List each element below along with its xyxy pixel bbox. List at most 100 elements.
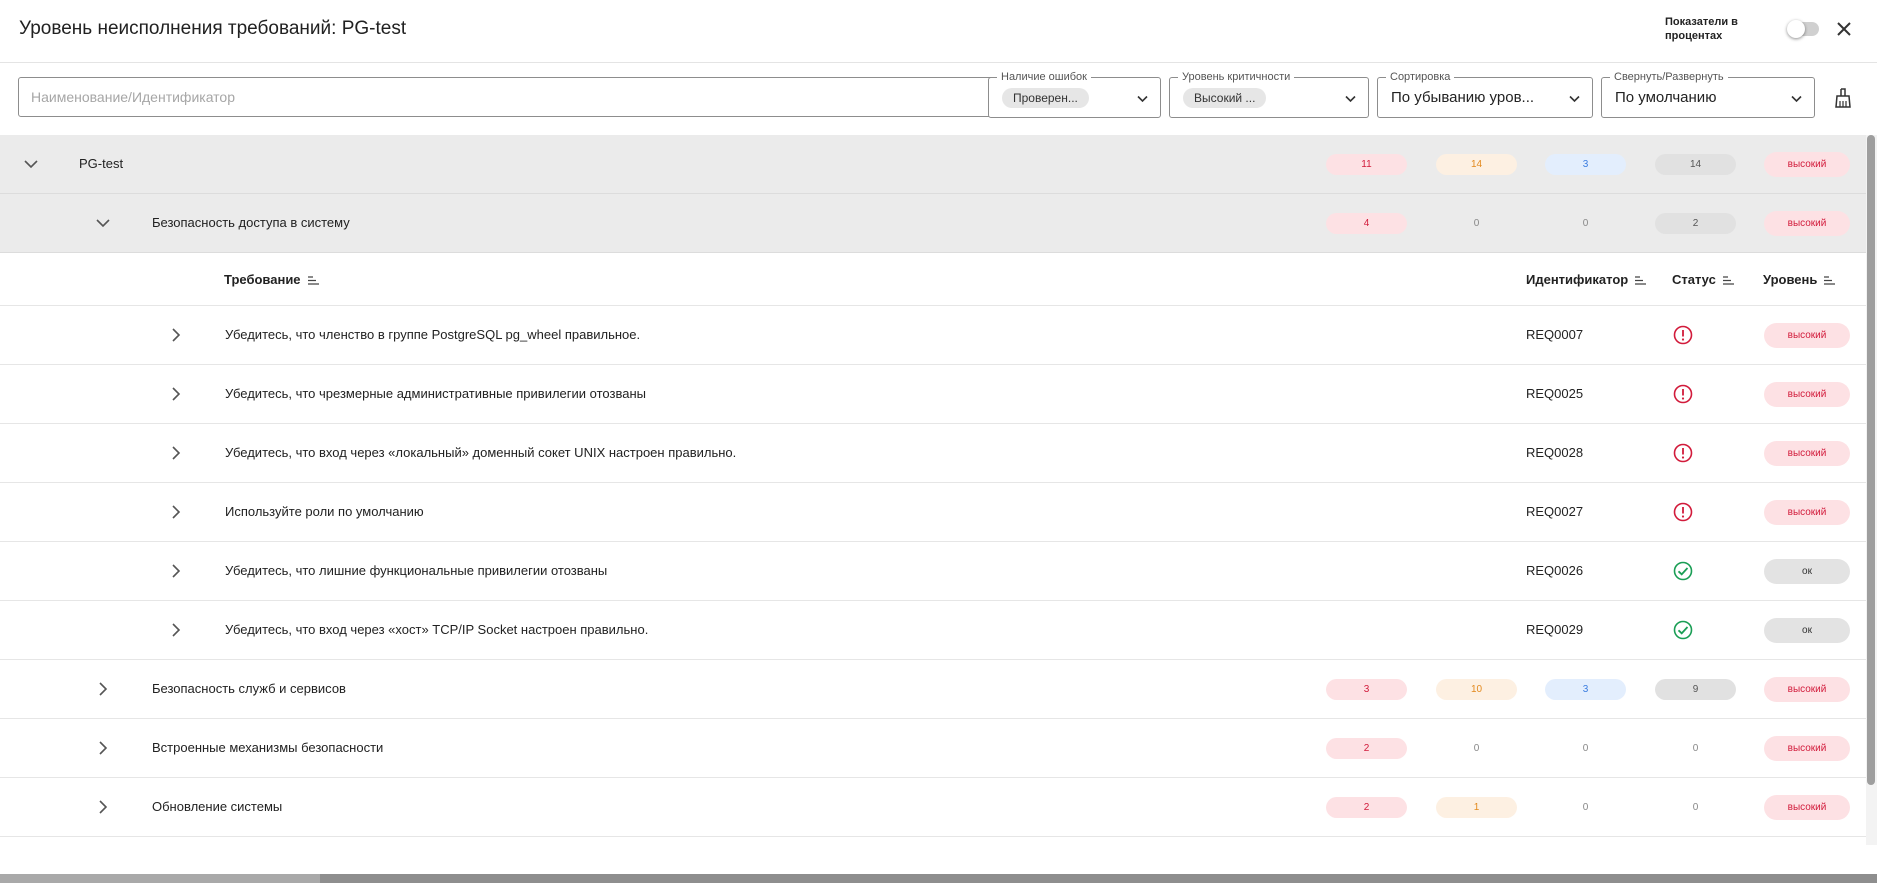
sort-icon [1824,276,1836,285]
check-circle-icon [1673,561,1693,581]
chevron-down-icon [1569,95,1580,103]
count-ok-badge: 14 [1655,154,1736,175]
collapse-value: По умолчанию [1615,89,1717,106]
column-header-requirement[interactable]: Требование [224,272,319,287]
count-ok-badge: 0 [1692,743,1699,754]
column-header-identifier[interactable]: Идентификатор [1526,272,1647,287]
count-warning-badge: 0 [1473,218,1480,229]
tree-group-row[interactable]: Обновление системы 2 1 0 0 высокий [0,778,1866,837]
count-ok-badge: 0 [1692,802,1699,813]
tree-group-label: Обновление системы [152,799,283,814]
requirement-row[interactable]: Убедитесь, что вход через «хост» TCP/IP … [0,601,1866,660]
toggle-knob [1787,20,1805,38]
chevron-right-icon[interactable] [94,739,112,757]
error-status-icon [1673,502,1693,522]
criticality-filter-select[interactable]: Уровень критичности Высокий ... [1169,70,1369,118]
requirements-table-header: Требование Идентификатор Статус Уровень [0,253,1866,306]
count-info-badge: 0 [1582,802,1589,813]
chevron-right-icon[interactable] [167,503,185,521]
percent-toggle[interactable] [1787,20,1819,38]
chevron-right-icon[interactable] [167,621,185,639]
count-critical-badge: 2 [1326,797,1407,818]
count-ok-badge: 2 [1655,213,1736,234]
tree-group-row[interactable]: Безопасность доступа в систему 4 0 0 2 в… [0,194,1866,253]
requirement-row[interactable]: Используйте роли по умолчанию REQ0027 вы… [0,483,1866,542]
requirement-row[interactable]: Убедитесь, что чрезмерные административн… [0,365,1866,424]
level-badge: ок [1764,559,1850,584]
count-critical-badge: 11 [1326,154,1407,175]
criticality-filter-chip[interactable]: Высокий ... [1183,88,1267,108]
requirement-row[interactable]: Убедитесь, что лишние функциональные при… [0,542,1866,601]
count-info-badge: 3 [1545,679,1626,700]
requirement-id: REQ0026 [1526,563,1584,578]
requirement-id: REQ0027 [1526,504,1584,519]
level-badge: высокий [1764,500,1850,525]
close-icon [1837,22,1851,36]
error-status-icon [1673,325,1693,345]
level-badge: высокий [1764,736,1850,761]
broom-icon [1835,88,1851,108]
search-input[interactable] [18,77,998,117]
column-header-label: Статус [1672,272,1716,287]
errors-filter-legend: Наличие ошибок [997,70,1091,84]
requirement-row[interactable]: Убедитесь, что вход через «локальный» до… [0,424,1866,483]
level-badge: высокий [1764,211,1850,236]
count-warning-badge: 10 [1436,679,1517,700]
close-button[interactable] [1832,17,1856,41]
count-warning-badge: 0 [1473,743,1480,754]
export-button[interactable] [1832,87,1854,109]
requirement-text: Убедитесь, что чрезмерные административн… [225,386,646,401]
tree-root-row[interactable]: PG-test 11 14 3 14 высокий [0,135,1866,194]
check-circle-icon [1673,620,1693,640]
tree-group-row[interactable]: Встроенные механизмы безопасности 2 0 0 … [0,719,1866,778]
errors-filter-chip[interactable]: Проверен... [1002,88,1089,108]
errors-filter-select[interactable]: Наличие ошибок Проверен... [988,70,1161,118]
column-header-label: Идентификатор [1526,272,1629,287]
level-badge: высокий [1764,323,1850,348]
sort-select[interactable]: Сортировка По убыванию уров... [1377,70,1593,118]
requirement-id: REQ0029 [1526,622,1584,637]
chevron-down-icon [1791,95,1802,103]
chevron-right-icon[interactable] [94,680,112,698]
chevron-right-icon[interactable] [167,385,185,403]
collapse-legend: Свернуть/Развернуть [1610,70,1728,84]
level-badge: высокий [1764,441,1850,466]
requirement-text: Убедитесь, что вход через «хост» TCP/IP … [225,622,649,637]
requirement-id: REQ0007 [1526,327,1584,342]
requirement-text: Используйте роли по умолчанию [225,504,424,519]
scrollbar-thumb[interactable] [1867,135,1875,785]
column-header-label: Требование [224,272,301,287]
tree-root-label: PG-test [79,156,124,171]
chevron-right-icon[interactable] [167,326,185,344]
requirement-row[interactable]: Убедитесь, что членство в группе Postgre… [0,306,1866,365]
chevron-down-icon[interactable] [22,155,40,173]
chevron-right-icon[interactable] [167,444,185,462]
sort-legend: Сортировка [1386,70,1455,84]
requirements-dialog: Уровень неисполнения требований: PG-test… [0,0,1877,874]
count-critical-badge: 4 [1326,213,1407,234]
vertical-scrollbar[interactable] [1866,135,1877,845]
count-info-badge: 0 [1582,743,1589,754]
dialog-header: Уровень неисполнения требований: PG-test… [0,0,1877,63]
collapse-select[interactable]: Свернуть/Развернуть По умолчанию [1601,70,1815,118]
column-header-status[interactable]: Статус [1672,272,1734,287]
error-status-icon [1673,384,1693,404]
requirement-id: REQ0028 [1526,445,1584,460]
level-badge: высокий [1764,382,1850,407]
level-badge: высокий [1764,795,1850,820]
tree-group-label: Безопасность служб и сервисов [152,681,346,696]
count-warning-badge: 1 [1436,797,1517,818]
chevron-right-icon[interactable] [167,562,185,580]
chevron-right-icon[interactable] [94,798,112,816]
level-badge: ок [1764,618,1850,643]
requirement-text: Убедитесь, что лишние функциональные при… [225,563,608,578]
chevron-down-icon[interactable] [94,214,112,232]
chevron-down-icon [1137,95,1148,103]
requirement-text: Убедитесь, что вход через «локальный» до… [225,445,737,460]
dialog-title: Уровень неисполнения требований: PG-test [19,18,407,39]
column-header-level[interactable]: Уровень [1763,272,1836,287]
requirement-text: Убедитесь, что членство в группе Postgre… [225,327,641,342]
tree-group-row[interactable]: Безопасность служб и сервисов 3 10 3 9 в… [0,660,1866,719]
level-badge: высокий [1764,152,1850,177]
requirement-id: REQ0025 [1526,386,1584,401]
